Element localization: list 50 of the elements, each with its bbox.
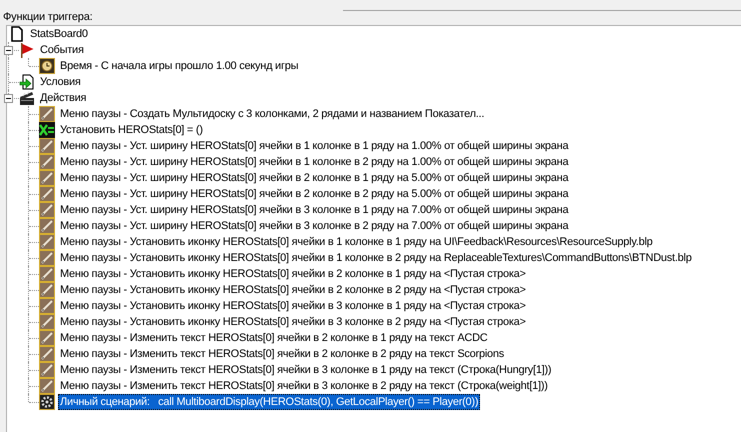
arrow-document-icon (19, 74, 35, 90)
tree-item[interactable]: Меню паузы - Уст. ширину HEROStats[0] ячейки в 1 колонке в 1 ряду на 1.00% от общей ширины экрана (58, 138, 570, 154)
clapperboard-icon (19, 90, 35, 106)
tree-item[interactable]: Меню паузы - Установить иконку HEROStats[0] ячейки в 2 колонке в 2 ряду на <Пустая строка> (58, 282, 528, 298)
pencil-icon (39, 314, 55, 330)
collapse-toggle[interactable] (4, 94, 13, 102)
tree-item[interactable]: Установить HEROStats[0] = () (58, 122, 205, 138)
pencil-icon (39, 330, 55, 346)
pencil-icon (39, 218, 55, 234)
tree-item[interactable]: Личный сценарий: call MultiboardDisplay(HEROStats(0), GetLocalPlayer() == Player(0)) (58, 394, 480, 410)
pencil-icon (39, 250, 55, 266)
pencil-icon (39, 266, 55, 282)
pencil-icon (39, 138, 55, 154)
tree-item[interactable]: Меню паузы - Уст. ширину HEROStats[0] ячейки в 3 колонке в 1 ряду на 7.00% от общей ширины экрана (58, 202, 570, 218)
tree-item[interactable]: Меню паузы - Уст. ширину HEROStats[0] ячейки в 2 колонке в 1 ряду на 5.00% от общей ширины экрана (58, 170, 570, 186)
tree-item[interactable]: Меню паузы - Установить иконку HEROStats[0] ячейки в 1 колонке в 2 ряду на ReplaceableTextures\CommandButtons\BTNDust.blp (58, 250, 694, 266)
tree-item[interactable]: Действия (38, 90, 88, 106)
tree-item[interactable]: Меню паузы - Изменить текст HEROStats[0] ячейки в 3 колонке в 2 ряду на текст (Строка(weight[1])) (58, 378, 550, 394)
tree-item[interactable]: Меню паузы - Установить иконку HEROStats[0] ячейки в 1 колонке в 1 ряду на UI\Feedback\Resources\ResourceSupply.blp (58, 234, 655, 250)
tree-item[interactable]: Меню паузы - Установить иконку HEROStats[0] ячейки в 3 колонке в 2 ряду на <Пустая строка> (58, 314, 528, 330)
tree-item[interactable]: Меню паузы - Уст. ширину HEROStats[0] ячейки в 3 колонке в 2 ряду на 7.00% от общей ширины экрана (58, 218, 570, 234)
pencil-icon (39, 346, 55, 362)
collapse-toggle[interactable] (4, 46, 13, 54)
pencil-icon (39, 362, 55, 378)
pencil-icon (39, 106, 55, 122)
variable-icon (39, 122, 55, 138)
tree-item[interactable]: Меню паузы - Изменить текст HEROStats[0] ячейки в 2 колонке в 1 ряду на текст ACDC (58, 330, 490, 346)
group-label: Функции триггера: (3, 11, 92, 24)
tree-item[interactable]: Меню паузы - Изменить текст HEROStats[0] ячейки в 2 колонке в 2 ряду на текст Scorpions (58, 346, 506, 362)
gear-icon (39, 394, 55, 410)
tree-item[interactable]: Меню паузы - Уст. ширину HEROStats[0] ячейки в 1 колонке в 2 ряду на 1.00% от общей ширины экрана (58, 154, 570, 170)
pencil-icon (39, 298, 55, 314)
tree-item[interactable]: Время - С начала игры прошло 1.00 секунд игры (58, 58, 300, 74)
tree-item[interactable]: Меню паузы - Изменить текст HEROStats[0] ячейки в 3 колонке в 1 ряду на текст (Строка(Hungry[1])) (58, 362, 554, 378)
tree-item[interactable]: Условия (38, 74, 83, 90)
tree-item[interactable]: Меню паузы - Установить иконку HEROStats[0] ячейки в 3 колонке в 1 ряду на <Пустая строка> (58, 298, 528, 314)
pencil-icon (39, 186, 55, 202)
clock-icon (39, 58, 55, 74)
pencil-icon (39, 234, 55, 250)
pencil-icon (39, 154, 55, 170)
pencil-icon (39, 170, 55, 186)
tree-item[interactable]: События (38, 42, 86, 58)
flag-icon (19, 42, 35, 58)
tree-item[interactable]: Меню паузы - Уст. ширину HEROStats[0] ячейки в 2 колонке в 2 ряду на 5.00% от общей ширины экрана (58, 186, 570, 202)
tree-item[interactable]: Меню паузы - Установить иконку HEROStats[0] ячейки в 2 колонке в 1 ряду на <Пустая строка> (58, 266, 528, 282)
pencil-icon (39, 202, 55, 218)
tree-item[interactable]: Меню паузы - Создать Мультидоску с 3 колонками, 2 рядами и названием Показател... (58, 106, 486, 122)
tree-item[interactable]: StatsBoard0 (28, 26, 90, 42)
pencil-icon (39, 282, 55, 298)
pencil-icon (39, 378, 55, 394)
